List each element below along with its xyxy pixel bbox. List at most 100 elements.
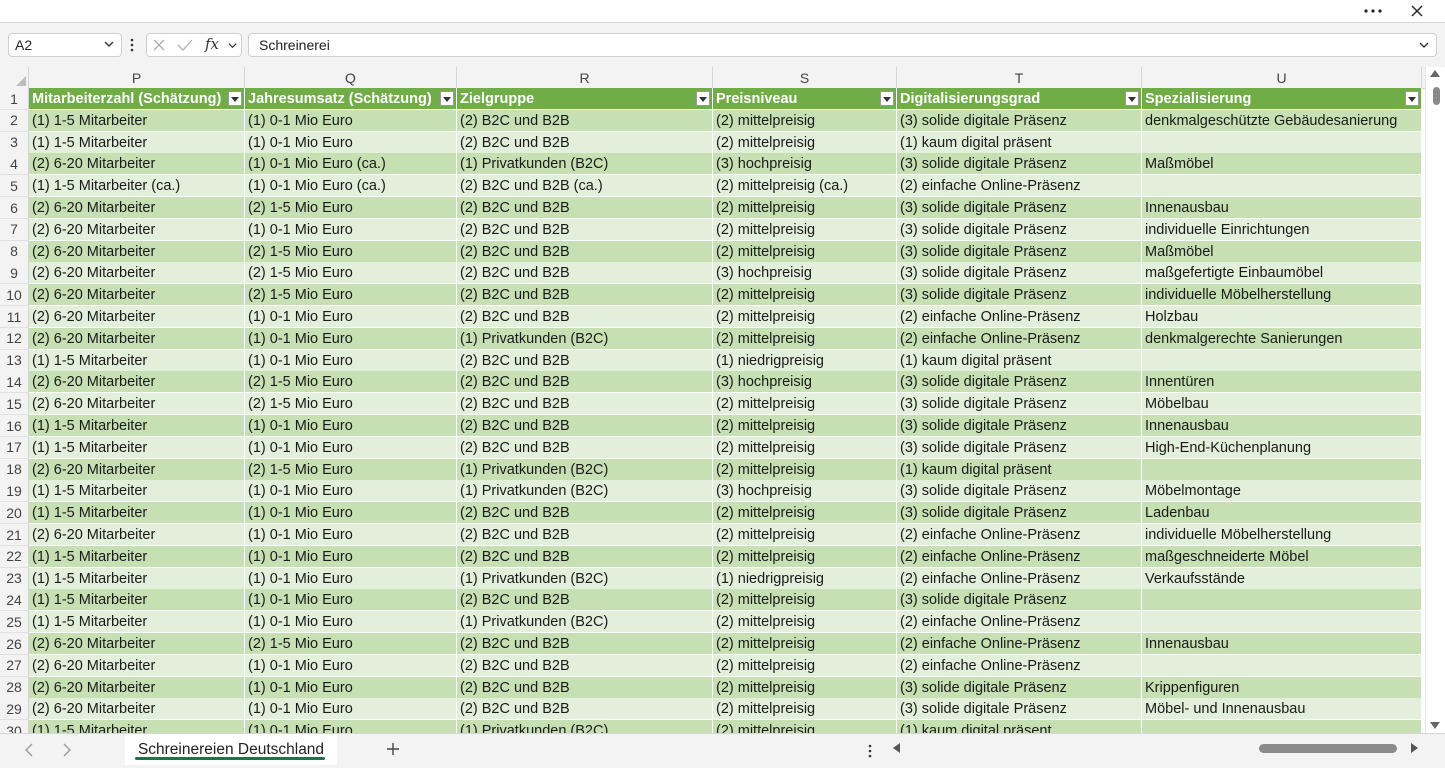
table-cell[interactable]: (2) B2C und B2B	[457, 545, 713, 568]
table-cell[interactable]: (2) 6-20 Mitarbeiter	[29, 371, 245, 394]
row-header[interactable]: 18	[0, 458, 29, 481]
row-header[interactable]: 29	[0, 698, 29, 721]
insert-function-icon[interactable]: fx	[205, 35, 219, 53]
table-cell[interactable]: (3) solide digitale Präsenz	[897, 436, 1142, 459]
table-cell[interactable]: (2) B2C und B2B	[457, 131, 713, 154]
table-cell[interactable]: (2) B2C und B2B	[457, 306, 713, 328]
table-cell[interactable]: (1) 0-1 Mio Euro	[245, 720, 457, 733]
table-cell[interactable]: (2) 6-20 Mitarbeiter	[29, 240, 245, 263]
table-cell[interactable]: (2) einfache Online-Präsenz	[897, 524, 1142, 546]
table-cell[interactable]: Möbel- und Innenausbau	[1142, 698, 1422, 721]
table-cell[interactable]: Innentüren	[1142, 371, 1422, 394]
horizontal-scroll-thumb[interactable]	[1259, 744, 1397, 753]
filter-dropdown-icon[interactable]	[1125, 91, 1139, 106]
row-header[interactable]: 28	[0, 676, 29, 699]
filter-dropdown-icon[interactable]	[696, 91, 710, 106]
header-cell[interactable]: Spezialisierung	[1142, 88, 1422, 110]
table-cell[interactable]: (2) 1-5 Mio Euro	[245, 197, 457, 219]
table-cell[interactable]: (1) kaum digital präsent	[897, 131, 1142, 154]
table-cell[interactable]	[1142, 720, 1422, 733]
table-cell[interactable]: (2) mittelpreisig (ca.)	[713, 175, 897, 198]
name-box[interactable]: A2	[8, 33, 122, 57]
table-cell[interactable]: (1) 1-5 Mitarbeiter	[29, 349, 245, 372]
row-header[interactable]: 22	[0, 545, 29, 568]
table-cell[interactable]: (3) solide digitale Präsenz	[897, 240, 1142, 263]
table-cell[interactable]: (2) 6-20 Mitarbeiter	[29, 327, 245, 350]
table-cell[interactable]: (3) solide digitale Präsenz	[897, 218, 1142, 241]
table-cell[interactable]: (3) hochpreisig	[713, 153, 897, 176]
table-cell[interactable]: (1) 0-1 Mio Euro	[245, 545, 457, 568]
more-vertical-icon[interactable]	[867, 743, 873, 759]
table-cell[interactable]: (2) mittelpreisig	[713, 284, 897, 307]
header-cell[interactable]: Digitalisierungsgrad	[897, 88, 1142, 110]
table-cell[interactable]	[1142, 175, 1422, 198]
row-header[interactable]: 14	[0, 371, 29, 394]
row-header[interactable]: 2	[0, 109, 29, 132]
table-cell[interactable]: (1) kaum digital präsent	[897, 720, 1142, 733]
table-cell[interactable]: (2) 1-5 Mio Euro	[245, 393, 457, 416]
table-cell[interactable]: Maßmöbel	[1142, 153, 1422, 176]
table-cell[interactable]: (3) hochpreisig	[713, 480, 897, 503]
table-cell[interactable]: (2) 1-5 Mio Euro	[245, 284, 457, 307]
vertical-scroll-thumb[interactable]	[1433, 87, 1440, 105]
more-vertical-icon[interactable]	[129, 37, 135, 53]
table-cell[interactable]: (2) 1-5 Mio Euro	[245, 371, 457, 394]
table-cell[interactable]: (1) Privatkunden (B2C)	[457, 720, 713, 733]
table-cell[interactable]: (2) mittelpreisig	[713, 218, 897, 241]
table-cell[interactable]: (2) 6-20 Mitarbeiter	[29, 218, 245, 241]
table-cell[interactable]: (2) mittelpreisig	[713, 545, 897, 568]
table-cell[interactable]: (1) 0-1 Mio Euro	[245, 436, 457, 459]
row-header[interactable]: 20	[0, 502, 29, 525]
row-header[interactable]: 30	[0, 720, 29, 733]
table-cell[interactable]: Möbelbau	[1142, 393, 1422, 416]
row-header[interactable]: 27	[0, 654, 29, 677]
row-header[interactable]: 19	[0, 480, 29, 503]
table-cell[interactable]: (1) niedrigpreisig	[713, 567, 897, 590]
table-cell[interactable]: (2) mittelpreisig	[713, 633, 897, 655]
row-header[interactable]: 1	[0, 88, 29, 110]
table-cell[interactable]: (1) 1-5 Mitarbeiter (ca.)	[29, 175, 245, 198]
table-cell[interactable]: (1) Privatkunden (B2C)	[457, 611, 713, 634]
table-cell[interactable]: Innenausbau	[1142, 633, 1422, 655]
row-header[interactable]: 10	[0, 284, 29, 307]
filter-dropdown-icon[interactable]	[440, 91, 454, 106]
column-header-q[interactable]: Q	[245, 67, 457, 88]
add-sheet-button[interactable]	[383, 739, 403, 759]
table-cell[interactable]: (2) 6-20 Mitarbeiter	[29, 284, 245, 307]
row-header[interactable]: 24	[0, 589, 29, 612]
table-cell[interactable]: (1) 0-1 Mio Euro (ca.)	[245, 175, 457, 198]
row-header[interactable]: 23	[0, 567, 29, 590]
table-cell[interactable]: (2) mittelpreisig	[713, 654, 897, 677]
table-cell[interactable]: (2) B2C und B2B	[457, 109, 713, 132]
row-header[interactable]: 5	[0, 175, 29, 198]
table-cell[interactable]: Maßmöbel	[1142, 240, 1422, 263]
table-cell[interactable]: (2) einfache Online-Präsenz	[897, 327, 1142, 350]
table-cell[interactable]: (2) B2C und B2B	[457, 240, 713, 263]
table-cell[interactable]: denkmalgeschützte Gebäudesanierung	[1142, 109, 1422, 132]
table-cell[interactable]: (2) 1-5 Mio Euro	[245, 633, 457, 655]
table-cell[interactable]: (3) solide digitale Präsenz	[897, 153, 1142, 176]
row-header[interactable]: 4	[0, 153, 29, 176]
table-cell[interactable]: (3) hochpreisig	[713, 262, 897, 285]
table-cell[interactable]: (1) 1-5 Mitarbeiter	[29, 436, 245, 459]
confirm-check-icon[interactable]	[177, 39, 193, 51]
table-cell[interactable]: (2) B2C und B2B	[457, 349, 713, 372]
table-cell[interactable]: (1) 0-1 Mio Euro	[245, 698, 457, 721]
table-cell[interactable]: (2) 1-5 Mio Euro	[245, 458, 457, 481]
table-cell[interactable]: (2) mittelpreisig	[713, 698, 897, 721]
table-cell[interactable]: (2) B2C und B2B	[457, 654, 713, 677]
table-cell[interactable]: (1) 0-1 Mio Euro	[245, 349, 457, 372]
row-header[interactable]: 16	[0, 415, 29, 437]
table-cell[interactable]: Möbelmontage	[1142, 480, 1422, 503]
table-cell[interactable]: (1) 1-5 Mitarbeiter	[29, 611, 245, 634]
table-cell[interactable]: (2) B2C und B2B	[457, 262, 713, 285]
row-header[interactable]: 17	[0, 436, 29, 459]
expand-formula-bar-icon[interactable]	[1418, 39, 1430, 51]
table-cell[interactable]: (3) solide digitale Präsenz	[897, 480, 1142, 503]
chevron-down-icon[interactable]	[227, 40, 238, 51]
cancel-icon[interactable]	[153, 39, 165, 51]
table-cell[interactable]: (2) B2C und B2B	[457, 633, 713, 655]
table-cell[interactable]: (1) 0-1 Mio Euro	[245, 611, 457, 634]
table-cell[interactable]: (3) solide digitale Präsenz	[897, 698, 1142, 721]
table-cell[interactable]: High-End-Küchenplanung	[1142, 436, 1422, 459]
